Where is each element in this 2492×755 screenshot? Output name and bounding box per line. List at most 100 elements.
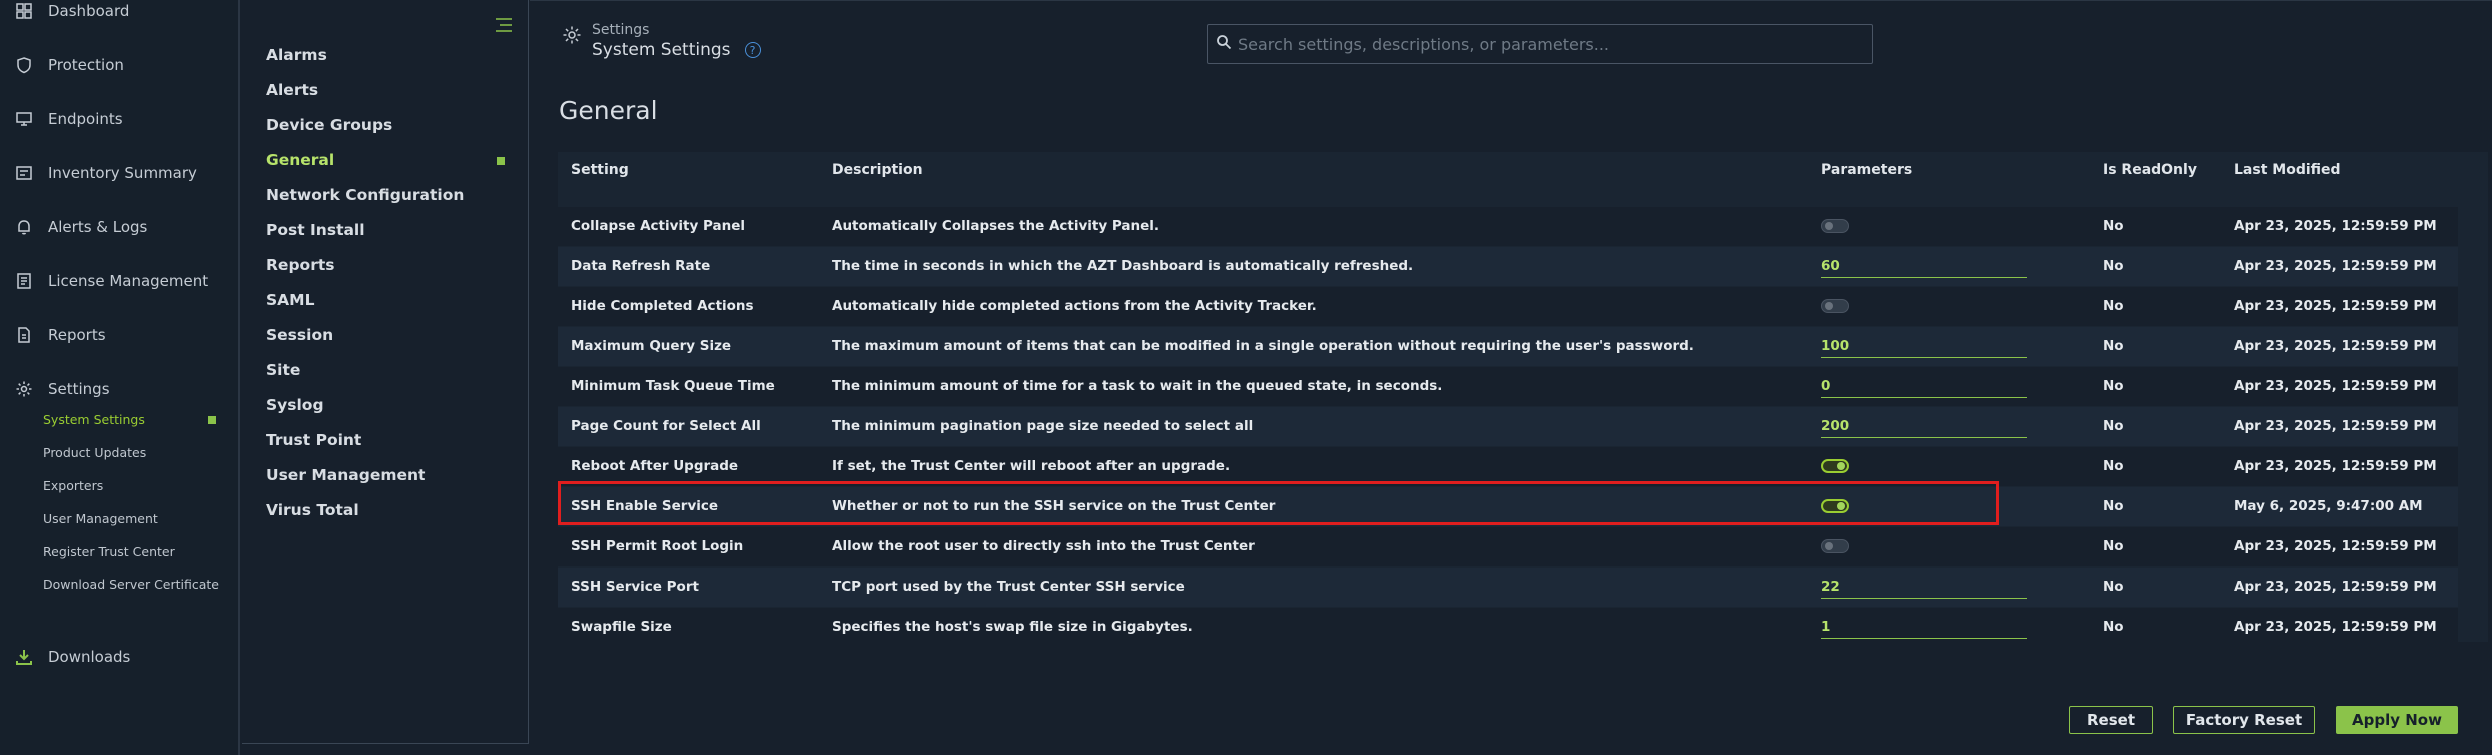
setting-description: TCP port used by the Trust Center SSH se…: [832, 579, 1185, 595]
active-indicator: [208, 416, 216, 424]
parameter-input[interactable]: 60: [1821, 256, 2027, 278]
readonly-value: No: [2103, 218, 2124, 234]
parameter-input[interactable]: 1: [1821, 617, 2027, 639]
reset-button[interactable]: Reset: [2069, 706, 2153, 734]
toggle-switch[interactable]: [1821, 219, 1849, 233]
table-row[interactable]: Page Count for Select All The minimum pag…: [558, 407, 2458, 446]
readonly-value: No: [2103, 338, 2124, 354]
table-row[interactable]: Swapfile Size Specifies the host's swap f…: [558, 608, 2458, 647]
toggle-knob: [1825, 542, 1833, 550]
setting-name: SSH Permit Root Login: [571, 538, 744, 554]
nav-alerts-logs[interactable]: Alerts & Logs: [14, 216, 147, 238]
last-modified-value: Apr 23, 2025, 12:59:59 PM: [2234, 258, 2437, 274]
category-alerts[interactable]: Alerts: [266, 81, 318, 99]
main-content: Settings System Settings ? General Setti…: [530, 0, 2492, 755]
breadcrumb-parent[interactable]: Settings: [592, 22, 761, 38]
readonly-value: No: [2103, 258, 2124, 274]
help-icon[interactable]: ?: [744, 42, 761, 58]
nav-downloads[interactable]: Downloads: [14, 646, 130, 668]
last-modified-value: Apr 23, 2025, 12:59:59 PM: [2234, 418, 2437, 434]
header-last-modified[interactable]: Last Modified: [2234, 162, 2341, 178]
nav-settings[interactable]: Settings: [14, 378, 110, 400]
nav-license-management-label: License Management: [48, 272, 209, 290]
nav-reports-label: Reports: [48, 326, 106, 344]
last-modified-value: Apr 23, 2025, 12:59:59 PM: [2234, 458, 2437, 474]
parameter-input[interactable]: 0: [1821, 376, 2027, 398]
nav-dashboard[interactable]: Dashboard: [14, 0, 129, 22]
table-row[interactable]: Data Refresh Rate The time in seconds in …: [558, 247, 2458, 286]
inventory-icon: [14, 163, 34, 183]
table-row[interactable]: SSH Service Port TCP port used by the Tru…: [558, 568, 2458, 607]
setting-description: The minimum pagination page size needed …: [832, 418, 1254, 434]
category-virus-total[interactable]: Virus Total: [266, 501, 359, 519]
setting-description: Whether or not to run the SSH service on…: [832, 498, 1276, 514]
search-box: [1207, 24, 1873, 64]
category-device-groups[interactable]: Device Groups: [266, 116, 392, 134]
parameter-input[interactable]: 100: [1821, 336, 2027, 358]
nav-inventory-summary[interactable]: Inventory Summary: [14, 162, 197, 184]
nav-endpoints[interactable]: Endpoints: [14, 108, 123, 130]
last-modified-value: Apr 23, 2025, 12:59:59 PM: [2234, 378, 2437, 394]
category-trust-point[interactable]: Trust Point: [266, 431, 361, 449]
parameter-input[interactable]: 200: [1821, 416, 2027, 438]
last-modified-value: Apr 23, 2025, 12:59:59 PM: [2234, 298, 2437, 314]
subnav-user-management[interactable]: User Management: [43, 511, 158, 526]
setting-description: Automatically hide completed actions fro…: [832, 298, 1317, 314]
table-row[interactable]: SSH Enable Service Whether or not to run …: [558, 487, 2458, 526]
search-icon: [1216, 34, 1232, 54]
table-row[interactable]: Maximum Query Size The maximum amount of …: [558, 327, 2458, 366]
toggle-switch[interactable]: [1821, 459, 1849, 473]
header-setting[interactable]: Setting: [571, 162, 629, 178]
factory-reset-button[interactable]: Factory Reset: [2173, 706, 2315, 734]
setting-description: Allow the root user to directly ssh into…: [832, 538, 1255, 554]
report-icon: [14, 325, 34, 345]
category-session[interactable]: Session: [266, 326, 333, 344]
header-parameters[interactable]: Parameters: [1821, 162, 1912, 178]
subnav-register-trust-center[interactable]: Register Trust Center: [43, 544, 175, 559]
category-post-install[interactable]: Post Install: [266, 221, 365, 239]
category-site[interactable]: Site: [266, 361, 300, 379]
subnav-product-updates[interactable]: Product Updates: [43, 445, 146, 460]
table-row[interactable]: Minimum Task Queue Time The minimum amoun…: [558, 367, 2458, 406]
toggle-switch[interactable]: [1821, 539, 1849, 553]
category-reports[interactable]: Reports: [266, 256, 334, 274]
setting-name: Page Count for Select All: [571, 418, 761, 434]
breadcrumb: Settings System Settings ?: [562, 22, 761, 60]
toggle-switch[interactable]: [1821, 299, 1849, 313]
table-header: Setting Description Parameters Is ReadOn…: [558, 152, 2488, 190]
table-row[interactable]: SSH Permit Root Login Allow the root user…: [558, 527, 2458, 566]
subnav-download-server-certificate[interactable]: Download Server Certificate: [43, 577, 219, 592]
collapse-menu-icon[interactable]: [494, 15, 514, 35]
parameter-input[interactable]: 22: [1821, 577, 2027, 599]
setting-name: Data Refresh Rate: [571, 258, 711, 274]
breadcrumb-current: System Settings ?: [592, 40, 761, 60]
table-row[interactable]: Hide Completed Actions Automatically hide…: [558, 287, 2458, 326]
subnav-exporters[interactable]: Exporters: [43, 478, 103, 493]
toggle-switch[interactable]: [1821, 499, 1849, 513]
left-navigation: Dashboard Protection Endpoints Inventory…: [0, 0, 240, 755]
shield-icon: [14, 55, 34, 75]
readonly-value: No: [2103, 538, 2124, 554]
table-row[interactable]: Collapse Activity Panel Automatically Col…: [558, 207, 2458, 246]
nav-license-management[interactable]: License Management: [14, 270, 208, 292]
category-syslog[interactable]: Syslog: [266, 396, 324, 414]
readonly-value: No: [2103, 418, 2124, 434]
category-general[interactable]: General: [266, 151, 334, 169]
header-is-readonly[interactable]: Is ReadOnly: [2103, 162, 2197, 178]
setting-name: Maximum Query Size: [571, 338, 732, 354]
search-input[interactable]: [1238, 34, 1858, 54]
category-network-configuration[interactable]: Network Configuration: [266, 186, 464, 204]
category-saml[interactable]: SAML: [266, 291, 314, 309]
table-row[interactable]: Reboot After Upgrade If set, the Trust Ce…: [558, 447, 2458, 486]
subnav-system-settings[interactable]: System Settings: [43, 412, 145, 427]
toggle-knob: [1825, 302, 1833, 310]
settings-gear-icon: [562, 25, 582, 45]
nav-reports[interactable]: Reports: [14, 324, 106, 346]
apply-now-button[interactable]: Apply Now: [2336, 706, 2458, 734]
nav-protection-label: Protection: [48, 56, 124, 74]
nav-protection[interactable]: Protection: [14, 54, 124, 76]
category-alarms[interactable]: Alarms: [266, 46, 327, 64]
license-icon: [14, 271, 34, 291]
header-description[interactable]: Description: [832, 162, 923, 178]
category-user-management[interactable]: User Management: [266, 466, 425, 484]
